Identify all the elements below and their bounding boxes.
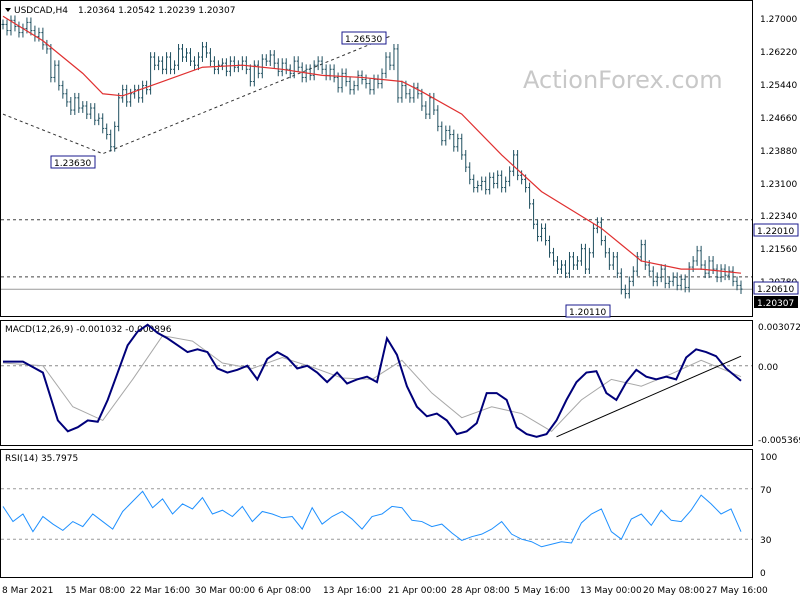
rsi-y-tick: 100 xyxy=(760,453,777,463)
swing-high-box: 1.26530 xyxy=(341,31,387,45)
price-y-axis: 1.27000 1.26220 1.25440 1.24660 1.23880 … xyxy=(760,15,797,288)
macd-y-tick: 0.00 xyxy=(758,363,778,373)
x-tick: 15 Mar 08:00 xyxy=(65,586,125,596)
x-tick: 8 Mar 2021 xyxy=(2,586,53,596)
swing-high-label: 1.26530 xyxy=(345,35,382,45)
x-tick: 20 May 08:00 xyxy=(643,586,705,596)
level-lower-box: 1.20610 xyxy=(753,281,799,295)
rsi-y-tick: 30 xyxy=(760,536,772,546)
rsi-y-tick: 0 xyxy=(760,569,766,579)
x-tick: 28 Apr 08:00 xyxy=(451,586,510,596)
level-upper-box: 1.22010 xyxy=(753,223,799,237)
symbol-label: USDCAD,H4 xyxy=(14,6,68,16)
last-price-box: 1.20307 xyxy=(754,296,798,309)
price-y-tick: 1.27000 xyxy=(760,15,797,25)
price-panel xyxy=(0,0,753,317)
watermark: ActionForex.com xyxy=(523,66,723,94)
rsi-y-tick: 70 xyxy=(760,486,772,496)
ohlc-label: 1.20364 1.20542 1.20239 1.20307 xyxy=(78,6,235,16)
level-upper-label: 1.22010 xyxy=(757,227,794,237)
x-tick: 22 Mar 16:00 xyxy=(130,586,190,596)
swing-low-box: 1.23630 xyxy=(50,155,96,169)
price-y-tick: 1.25440 xyxy=(760,81,797,91)
price-y-tick: 1.21560 xyxy=(760,245,797,255)
rsi-title: RSI(14) 35.7975 xyxy=(5,454,78,464)
x-tick: 27 May 16:00 xyxy=(706,586,768,596)
recent-low-box: 1.20110 xyxy=(565,304,611,318)
rsi-y-axis: 100 70 30 0 xyxy=(760,453,777,579)
rsi-panel xyxy=(0,449,753,578)
swing-low-label: 1.23630 xyxy=(54,159,91,169)
level-lower-label: 1.20610 xyxy=(757,285,794,295)
recent-low-label: 1.20110 xyxy=(569,308,606,318)
chart-svg: ActionForex.com USDCAD,H4 1.20364 1.2054… xyxy=(0,0,800,596)
macd-y-tick: 0.003072 xyxy=(758,323,800,333)
price-y-tick: 1.23880 xyxy=(760,147,797,157)
x-axis: 8 Mar 2021 15 Mar 08:00 22 Mar 16:00 30 … xyxy=(2,586,768,596)
macd-y-axis: 0.003072 0.00 -0.005369 xyxy=(758,323,800,446)
last-price-label: 1.20307 xyxy=(757,299,794,309)
macd-y-tick: -0.005369 xyxy=(758,436,800,446)
price-y-tick: 1.22340 xyxy=(760,212,797,222)
x-tick: 21 Apr 00:00 xyxy=(388,586,447,596)
price-y-tick: 1.23100 xyxy=(760,180,797,190)
x-tick: 13 May 00:00 xyxy=(580,586,642,596)
x-tick: 13 Apr 16:00 xyxy=(323,586,382,596)
price-y-tick: 1.24660 xyxy=(760,114,797,124)
price-header: USDCAD,H4 1.20364 1.20542 1.20239 1.2030… xyxy=(5,6,235,16)
x-tick: 5 May 16:00 xyxy=(514,586,570,596)
price-y-tick: 1.26220 xyxy=(760,48,797,58)
x-tick: 6 Apr 08:00 xyxy=(258,586,311,596)
x-tick: 30 Mar 00:00 xyxy=(195,586,255,596)
